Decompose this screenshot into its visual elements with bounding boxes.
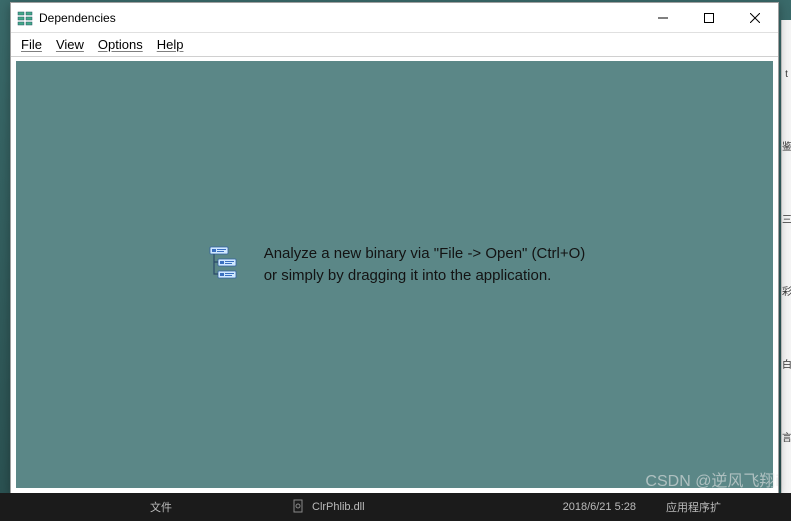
empty-line-1: Analyze a new binary via "File -> Open" … [264,243,586,265]
app-icon [17,10,33,26]
taskbar-label: 文件 [150,499,172,515]
close-button[interactable] [732,3,778,33]
maximize-button[interactable] [686,3,732,33]
file-icon [292,499,306,516]
dependencies-window: Dependencies File View Options Help [10,2,779,494]
taskbar-type: 应用程序扩 [666,499,791,515]
window-controls [640,3,778,33]
background-taskbar: 文件 ClrPhlib.dll 2018/6/21 5:28 应用程序扩 [0,493,791,521]
empty-state: Analyze a new binary via "File -> Open" … [16,61,773,488]
titlebar[interactable]: Dependencies [11,3,778,33]
tree-hierarchy-icon [204,243,244,283]
taskbar-filename: ClrPhlib.dll [312,501,365,513]
window-title: Dependencies [39,11,640,25]
minimize-button[interactable] [640,3,686,33]
taskbar-time: 2018/6/21 5:28 [563,501,666,513]
empty-line-2: or simply by dragging it into the applic… [264,265,586,287]
content-area[interactable]: Analyze a new binary via "File -> Open" … [16,61,773,488]
background-panel-edge: t鉴三彩白言 [781,20,791,493]
menu-help[interactable]: Help [157,37,184,52]
menubar: File View Options Help [11,33,778,57]
menu-file[interactable]: File [21,37,42,52]
menu-view[interactable]: View [56,37,84,52]
empty-state-message: Analyze a new binary via "File -> Open" … [264,243,586,287]
menu-options[interactable]: Options [98,37,143,52]
